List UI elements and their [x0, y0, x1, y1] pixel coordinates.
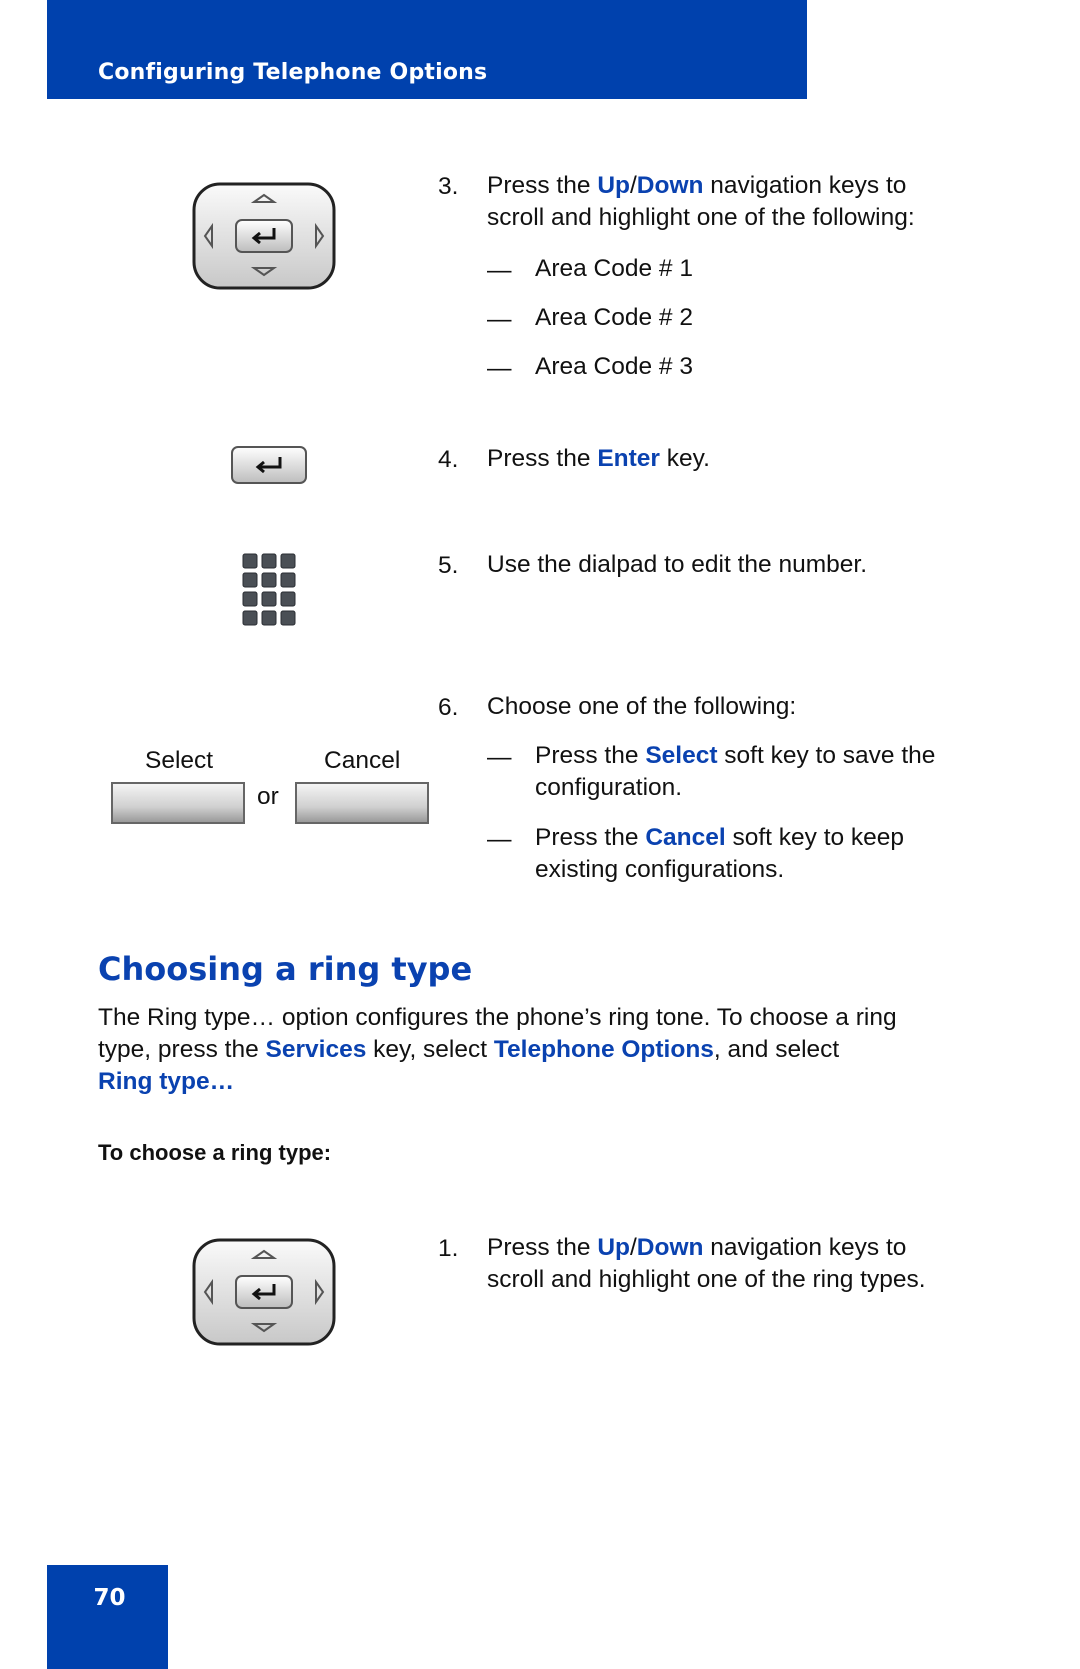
- dash-bullet: —: [487, 744, 512, 771]
- cancel-softkey: [295, 782, 429, 824]
- section-heading: Choosing a ring type: [98, 950, 473, 988]
- select-softkey: [111, 782, 245, 824]
- option-area-code-1: Area Code # 1: [535, 255, 693, 282]
- step-3-number: 3.: [438, 173, 459, 200]
- telephone-options-ref: Telephone Options: [493, 1036, 714, 1063]
- ring-step-1-text: Press the Up/Down navigation keys to scr…: [487, 1234, 926, 1293]
- step-3-text: Press the Up/Down navigation keys to scr…: [487, 172, 915, 231]
- select-softkey-label: Select: [145, 747, 214, 774]
- option-select: Press the Select soft key to save the co…: [535, 742, 936, 801]
- step-6-text: Choose one of the following:: [487, 693, 797, 720]
- dash-bullet: —: [487, 306, 512, 333]
- dash-bullet: —: [487, 257, 512, 284]
- step-5-number: 5.: [438, 552, 459, 579]
- dialpad-icon: [242, 553, 296, 626]
- step-4-text: Press the Enter key.: [487, 445, 710, 472]
- cancel-softkey-label: Cancel: [324, 747, 401, 774]
- or-label: or: [257, 783, 279, 810]
- chapter-title: Configuring Telephone Options: [98, 60, 488, 85]
- option-cancel: Press the Cancel soft key to keep existi…: [535, 824, 905, 883]
- select-key-ref: Select: [645, 742, 718, 769]
- dash-bullet: —: [487, 355, 512, 382]
- down-key-ref: Down: [636, 1234, 704, 1261]
- chapter-header-bar: Configuring Telephone Options: [47, 0, 807, 99]
- enter-key-icon: [231, 446, 307, 484]
- page-number-box: 70: [47, 1565, 168, 1669]
- section-paragraph: The Ring type… option configures the pho…: [98, 1004, 897, 1095]
- navigation-cluster-icon: [192, 1238, 336, 1346]
- navigation-cluster-icon: [192, 182, 336, 290]
- option-area-code-3: Area Code # 3: [535, 353, 693, 380]
- cancel-key-ref: Cancel: [645, 824, 726, 851]
- procedure-heading: To choose a ring type:: [98, 1140, 332, 1165]
- page-number: 70: [93, 1585, 126, 1611]
- step-6-number: 6.: [438, 694, 459, 721]
- enter-key-ref: Enter: [597, 445, 660, 472]
- services-key-ref: Services: [265, 1036, 367, 1063]
- up-key-ref: Up: [597, 1234, 630, 1261]
- ring-step-1-number: 1.: [438, 1235, 459, 1262]
- ring-type-ref: Ring type…: [98, 1068, 235, 1095]
- up-key-ref: Up: [597, 172, 630, 199]
- step-5-text: Use the dialpad to edit the number.: [487, 551, 868, 578]
- dash-bullet: —: [487, 826, 512, 853]
- step-4-number: 4.: [438, 446, 459, 473]
- option-area-code-2: Area Code # 2: [535, 304, 693, 331]
- down-key-ref: Down: [636, 172, 704, 199]
